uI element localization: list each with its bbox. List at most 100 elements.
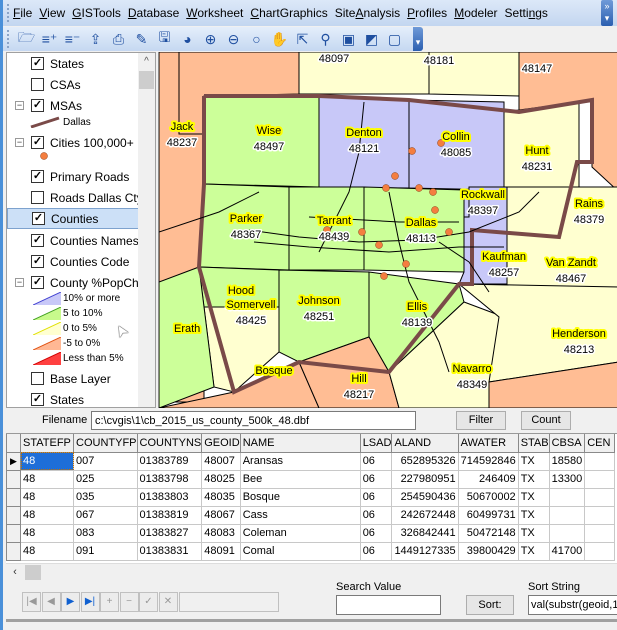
menu-overflow-icon[interactable]: » ▾ [601,0,613,26]
print-icon[interactable]: ⎙ [107,29,130,49]
cell-countyns[interactable]: 01383798 [136,469,203,489]
cell-name[interactable]: Coleman [239,523,361,543]
cell-name[interactable]: Cass [239,505,361,525]
zoom-icon[interactable]: ○ [245,29,268,49]
column-header-name[interactable]: NAME [239,434,361,453]
cell-lsad[interactable]: 06 [359,541,393,561]
column-header-lsad[interactable]: LSAD [359,434,393,453]
cell-cbsa[interactable] [548,523,586,543]
column-header-countyfp[interactable]: COUNTYFP [73,434,138,453]
pan-hand-icon[interactable]: ✋ [268,29,291,49]
layer-visibility-checkbox[interactable] [31,191,44,204]
filter-button[interactable]: Filter [456,411,506,430]
filename-input[interactable] [91,411,416,430]
row-indicator[interactable] [6,487,21,507]
layer-visibility-checkbox[interactable]: ✓ [32,212,45,225]
cell-countyfp[interactable]: 067 [73,505,138,525]
cell-geoid[interactable]: 48083 [201,523,241,543]
export-icon[interactable]: ⇪ [84,29,107,49]
row-indicator[interactable] [6,523,21,543]
cell-name[interactable]: Bee [239,469,361,489]
cell-aland[interactable]: 326842441 [391,523,459,543]
cell-countyns[interactable]: 01383789 [136,451,203,471]
cell-statefp[interactable]: 48 [20,505,74,525]
layer-visibility-checkbox[interactable] [31,372,44,385]
cell-stab[interactable]: TX [517,505,550,525]
column-header-cen[interactable]: CEN [584,434,616,453]
cell-cen[interactable] [584,505,616,525]
map-canvas[interactable]: 48097 48181 48147 Jack 48237 Wise 48497 Denton 4… [159,52,617,408]
menu-grip[interactable] [7,4,10,22]
cell-stab[interactable]: TX [517,451,550,471]
cell-countyns[interactable]: 01383803 [136,487,203,507]
row-indicator[interactable] [6,541,21,561]
layer-visibility-checkbox[interactable]: ✓ [31,170,44,183]
layer-visibility-checkbox[interactable]: ✓ [31,255,44,268]
cell-lsad[interactable]: 06 [359,505,393,525]
menu-database[interactable]: Database [128,6,179,20]
prior-record-button[interactable]: ◀ [41,592,61,612]
cell-name[interactable]: Aransas [239,451,361,471]
insert-record-button[interactable]: + [100,592,119,612]
menu-settings[interactable]: Settings [505,6,548,20]
layer-county-popchg[interactable]: − ✓ County %PopChg [7,272,145,293]
window-icon[interactable]: ▢ [383,29,406,49]
cell-countyfp[interactable]: 091 [73,541,138,561]
layer-visibility-checkbox[interactable]: ✓ [31,276,44,289]
cell-statefp[interactable]: 48 [20,541,74,561]
cell-statefp[interactable]: 48 [20,487,74,507]
column-header-cbsa[interactable]: CBSA [548,434,586,453]
menu-file[interactable]: File [13,6,32,20]
layer-visibility-checkbox[interactable] [31,78,44,91]
menu-modeler[interactable]: Modeler [454,6,497,20]
cell-countyfp[interactable]: 025 [73,469,138,489]
column-header-geoid[interactable]: GEOID [201,434,241,453]
cell-lsad[interactable]: 06 [359,523,393,543]
sort-button[interactable]: Sort: [466,595,514,615]
collapse-icon[interactable]: − [15,278,24,287]
row-indicator[interactable] [6,505,21,525]
data-grid[interactable]: STATEFP COUNTYFP COUNTYNS GEOID NAME LSAD ALAN… [6,433,617,563]
cell-lsad[interactable]: 06 [359,451,393,471]
cell-countyns[interactable]: 01383827 [136,523,203,543]
cell-cen[interactable] [584,541,616,561]
save-disk-icon[interactable]: 🖫 [153,29,176,49]
cell-geoid[interactable]: 48025 [201,469,241,489]
cell-awater[interactable]: 50670002 [457,487,519,507]
cancel-record-button[interactable]: ✕ [158,592,178,612]
cell-awater[interactable]: 246409 [457,469,519,489]
cell-geoid[interactable]: 48007 [201,451,241,471]
layer-msas[interactable]: − ✓ MSAs [7,95,139,116]
sort-string-input[interactable]: val(substr(geoid,1,2 [528,595,617,615]
cell-geoid[interactable]: 48067 [201,505,241,525]
select-pointer-icon[interactable]: ⇱ [291,29,314,49]
menu-view[interactable]: View [39,6,65,20]
cell-countyns[interactable]: 01383819 [136,505,203,525]
cell-geoid[interactable]: 48091 [201,541,241,561]
cell-geoid[interactable]: 48035 [201,487,241,507]
save-icon[interactable]: ▣ [337,29,360,49]
collapse-icon[interactable]: − [15,101,24,110]
cell-aland[interactable]: 652895326 [391,451,459,471]
cell-statefp[interactable]: 48 [20,451,74,471]
cell-cen[interactable] [584,487,616,507]
layer-base-layer[interactable]: Base Layer [7,368,139,389]
scroll-left-icon[interactable]: ‹ [8,566,22,579]
column-header-stab[interactable]: STAB [517,434,550,453]
layer-states[interactable]: ✓ States [7,53,139,74]
table-row[interactable]: 48 083 01383827 48083 Coleman 06 326842441 5047… [6,523,616,543]
cell-stab[interactable]: TX [517,469,550,489]
open-folder-icon[interactable]: 🗁 [15,29,38,49]
next-record-button[interactable]: ▶ [61,592,80,612]
find-binoculars-icon[interactable]: ⚲ [314,29,337,49]
layer-roads-dallas-cty[interactable]: Roads Dallas Cty [7,187,143,208]
table-row[interactable]: 48 025 01383798 48025 Bee 06 227980951 246409 TX… [6,469,616,489]
layer-visibility-checkbox[interactable]: ✓ [31,234,44,247]
cell-stab[interactable]: TX [517,523,550,543]
layout-icon[interactable]: ◩ [360,29,383,49]
menu-gistools[interactable]: GISTools [72,6,121,20]
scroll-up-icon[interactable]: ^ [138,53,155,70]
cell-aland[interactable]: 242672448 [391,505,459,525]
layer-panel-scrollbar[interactable]: ^ [138,53,155,407]
count-button[interactable]: Count [521,411,571,430]
